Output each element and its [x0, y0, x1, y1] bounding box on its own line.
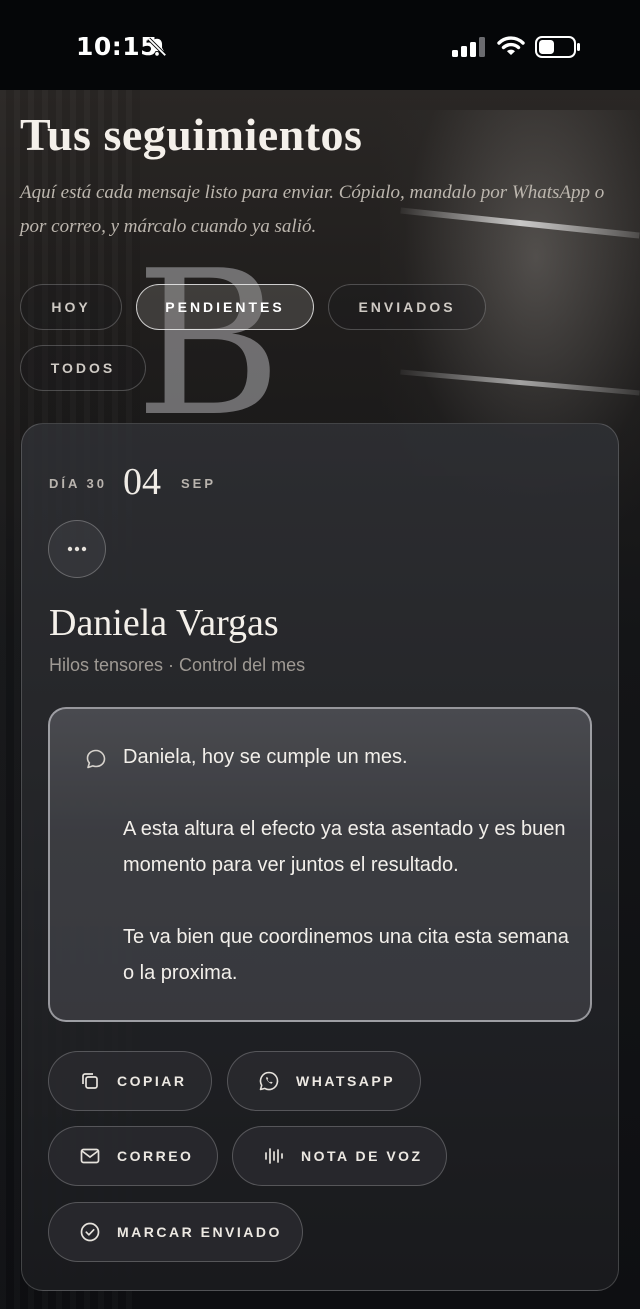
followup-card: DÍA 30 04 SEP Daniela Vargas Hilos tenso… [21, 423, 619, 1291]
wifi-icon [497, 36, 525, 55]
filter-todos[interactable]: TODOS [20, 345, 146, 391]
date-day: 04 [123, 461, 161, 503]
day-label: DÍA 30 [49, 476, 107, 491]
message-text: Daniela, hoy se cumple un mes. A esta al… [123, 746, 569, 984]
whatsapp-label: WHATSAPP [296, 1073, 396, 1089]
whatsapp-icon [259, 1071, 279, 1091]
message-box: Daniela, hoy se cumple un mes. A esta al… [48, 707, 592, 1022]
filter-pendientes[interactable]: PENDIENTES [136, 284, 314, 330]
more-horizontal-icon [67, 546, 87, 552]
copy-label: COPIAR [117, 1073, 187, 1089]
more-options-button[interactable] [48, 520, 106, 578]
chat-bubble-icon [86, 749, 106, 769]
copy-icon [82, 1073, 98, 1089]
date-month: SEP [181, 476, 217, 491]
voice-note-label: NOTA DE VOZ [301, 1148, 423, 1164]
whatsapp-button[interactable]: WHATSAPP [227, 1051, 421, 1111]
treatment-meta: Hilos tensores · Control del mes [49, 655, 306, 675]
client-name: Daniela Vargas [49, 602, 279, 644]
voice-note-button[interactable]: NOTA DE VOZ [232, 1126, 447, 1186]
page-title: Tus seguimientos [20, 109, 363, 160]
mark-sent-button[interactable]: MARCAR ENVIADO [48, 1202, 303, 1262]
mail-icon [80, 1148, 100, 1164]
email-label: CORREO [117, 1148, 194, 1164]
bell-muted-icon [147, 37, 167, 57]
page-subtitle: Aquí está cada mensaje listo para enviar… [20, 182, 605, 237]
check-circle-icon [80, 1222, 100, 1242]
filter-hoy[interactable]: HOY [20, 284, 122, 330]
status-bar: 10:15 [0, 0, 640, 90]
signal-icon [452, 37, 485, 57]
battery-icon [535, 36, 580, 58]
mark-sent-label: MARCAR ENVIADO [117, 1224, 282, 1240]
audio-waveform-icon [265, 1148, 283, 1164]
email-button[interactable]: CORREO [48, 1126, 218, 1186]
copy-button[interactable]: COPIAR [48, 1051, 212, 1111]
filter-enviados[interactable]: ENVIADOS [328, 284, 486, 330]
monogram-logo: B [135, 228, 282, 461]
